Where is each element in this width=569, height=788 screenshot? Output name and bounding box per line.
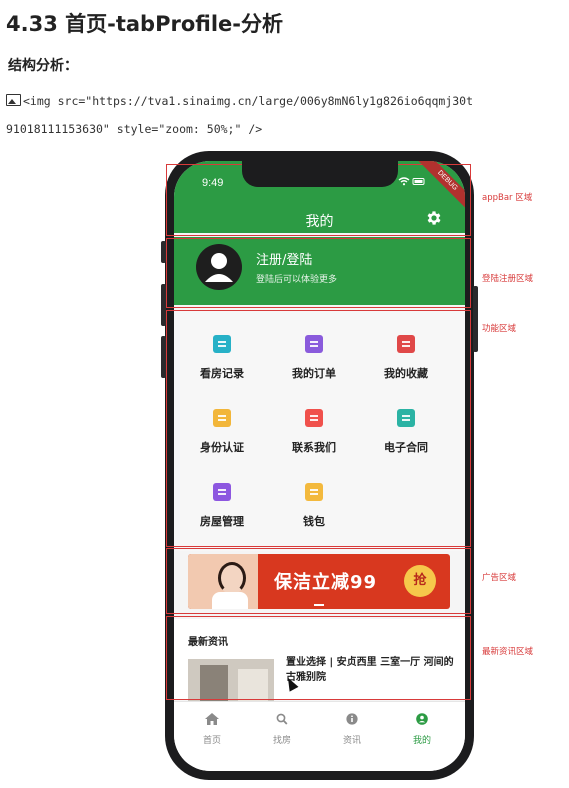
function-label: 身份认证 bbox=[200, 441, 244, 454]
annotation-news: 最新资讯区域 bbox=[482, 647, 534, 657]
phone-mockup: 9:49 DEBUG 我的 注册/登陆 登陆后可以体验更多 看房记录 我的订单 … bbox=[161, 151, 478, 780]
tab-mine[interactable]: 我的 bbox=[392, 710, 452, 746]
phone-silent-switch bbox=[161, 241, 166, 263]
tab-label: 资讯 bbox=[342, 736, 361, 746]
favorites-icon bbox=[397, 335, 415, 353]
phone-notch bbox=[242, 161, 398, 187]
tab-label: 我的 bbox=[412, 736, 431, 746]
tab-search[interactable]: 找房 bbox=[252, 710, 312, 746]
building-icon bbox=[213, 483, 231, 501]
function-area: 看房记录 我的订单 我的收藏 身份认证 联系我们 电子合同 房屋管理 钱包 bbox=[174, 311, 465, 551]
contact-chat-icon bbox=[305, 409, 323, 427]
tab-label: 找房 bbox=[272, 736, 291, 746]
annotation-login: 登陆注册区域 bbox=[482, 274, 534, 284]
function-label: 联系我们 bbox=[292, 441, 336, 454]
annotation-ad: 广告区域 bbox=[482, 573, 517, 583]
bottom-tab-bar: 首页 找房 资讯 我的 bbox=[174, 701, 465, 771]
contract-document-icon bbox=[397, 409, 415, 427]
home-icon bbox=[205, 713, 219, 725]
news-thumbnail[interactable] bbox=[188, 659, 274, 705]
code-line-2: 91018111153630" style="zoom: 50%;" /> bbox=[6, 122, 263, 136]
function-item-contract[interactable]: 电子合同 bbox=[366, 409, 446, 455]
function-item-identity[interactable]: 身份认证 bbox=[182, 409, 262, 455]
function-label: 钱包 bbox=[303, 515, 325, 528]
ad-grab-button[interactable]: 抢 bbox=[404, 565, 436, 597]
orders-icon bbox=[305, 335, 323, 353]
function-label: 我的订单 bbox=[292, 367, 336, 380]
phone-screen: 9:49 DEBUG 我的 注册/登陆 登陆后可以体验更多 看房记录 我的订单 … bbox=[174, 161, 465, 771]
ad-banner[interactable]: 保洁立减99 抢 bbox=[188, 554, 450, 609]
broken-image-icon bbox=[6, 94, 21, 106]
function-item-view-history[interactable]: 看房记录 bbox=[182, 335, 262, 381]
tab-label: 首页 bbox=[202, 736, 221, 746]
login-title[interactable]: 注册/登陆 bbox=[256, 249, 312, 268]
identity-card-icon bbox=[213, 409, 231, 427]
wifi-battery-icon bbox=[397, 177, 427, 189]
function-label: 看房记录 bbox=[200, 367, 244, 380]
annotation-appbar: appBar 区域 bbox=[482, 193, 533, 203]
user-icon bbox=[416, 713, 428, 725]
function-item-my-orders[interactable]: 我的订单 bbox=[274, 335, 354, 381]
function-label: 我的收藏 bbox=[384, 367, 428, 380]
ad-text: 保洁立减99 bbox=[274, 572, 378, 593]
tab-home[interactable]: 首页 bbox=[182, 710, 242, 746]
news-heading: 最新资讯 bbox=[188, 637, 228, 648]
wifi-icon bbox=[398, 177, 425, 186]
phone-power-button bbox=[473, 286, 478, 352]
tab-info[interactable]: 资讯 bbox=[322, 710, 382, 746]
news-item-title[interactable]: 置业选择 | 安贞西里 三室一厅 河间的古雅别院 bbox=[286, 655, 456, 685]
function-item-wallet[interactable]: 钱包 bbox=[274, 483, 354, 529]
function-item-house-manage[interactable]: 房屋管理 bbox=[182, 483, 262, 529]
phone-volume-down bbox=[161, 336, 166, 378]
ad-indicator bbox=[314, 604, 324, 606]
code-line-1: <img src="https://tva1.sinaimg.cn/large/… bbox=[6, 94, 566, 108]
avatar[interactable] bbox=[196, 244, 242, 290]
function-label: 房屋管理 bbox=[200, 515, 244, 528]
search-icon bbox=[276, 713, 288, 725]
ad-person-image bbox=[188, 554, 258, 609]
phone-volume-up bbox=[161, 284, 166, 326]
gear-icon[interactable] bbox=[425, 209, 443, 227]
login-subtitle: 登陆后可以体验更多 bbox=[256, 275, 338, 285]
view-history-icon bbox=[213, 335, 231, 353]
function-label: 电子合同 bbox=[384, 441, 428, 454]
appbar-title: 我的 bbox=[305, 214, 334, 230]
user-avatar-icon bbox=[205, 253, 233, 282]
news-area: 最新资讯 置业选择 | 安贞西里 三室一厅 河间的古雅别院 bbox=[174, 619, 465, 705]
page-title: 4.33 首页-tabProfile-分析 bbox=[6, 12, 283, 36]
function-item-favorites[interactable]: 我的收藏 bbox=[366, 335, 446, 381]
login-register-area[interactable]: 注册/登陆 登陆后可以体验更多 bbox=[174, 237, 465, 305]
ad-body bbox=[212, 592, 248, 609]
status-time: 9:49 bbox=[202, 177, 224, 189]
code-text-1: <img src="https://tva1.sinaimg.cn/large/… bbox=[23, 94, 474, 108]
ad-face bbox=[218, 562, 246, 594]
annotation-functions: 功能区域 bbox=[482, 324, 517, 334]
function-item-contact[interactable]: 联系我们 bbox=[274, 409, 354, 455]
section-heading: 结构分析： bbox=[8, 58, 78, 74]
wallet-icon bbox=[305, 483, 323, 501]
info-icon bbox=[346, 713, 358, 725]
